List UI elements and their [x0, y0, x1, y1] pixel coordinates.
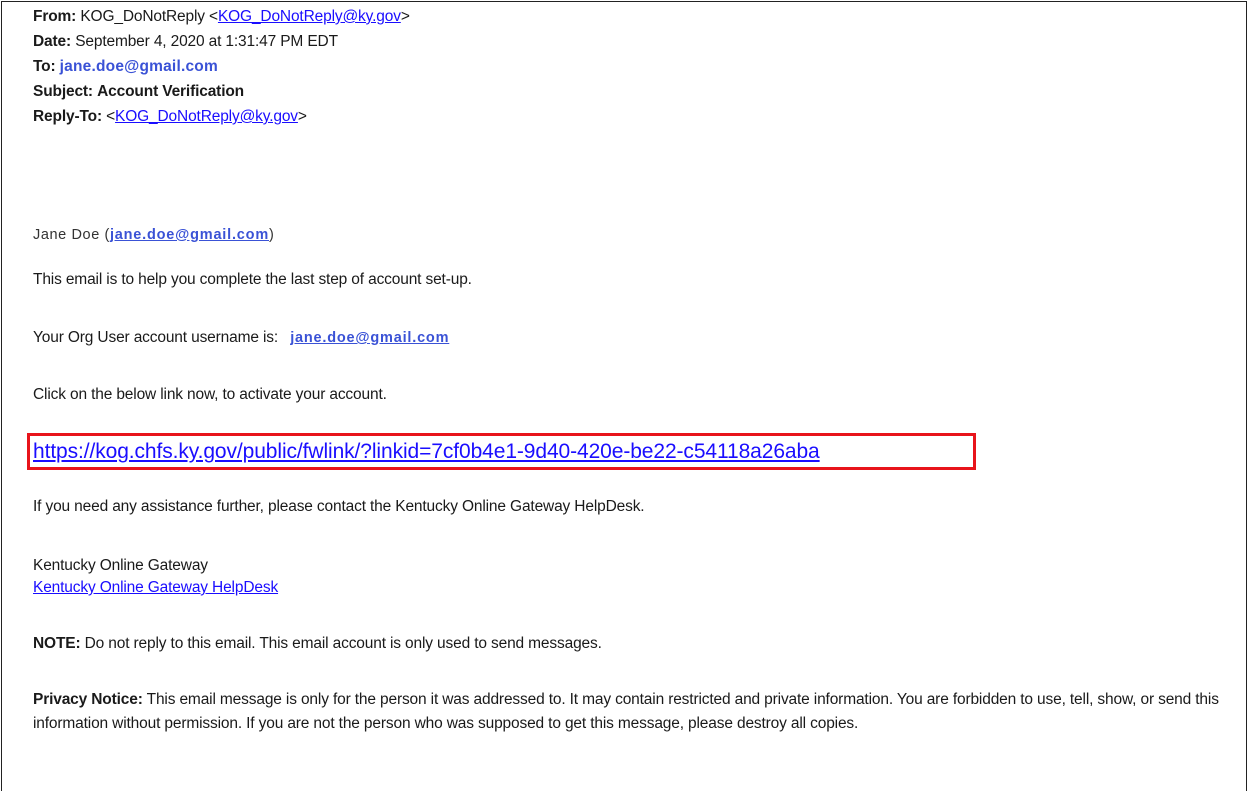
- replyto-close: >: [297, 108, 307, 125]
- username-line: Your Org User account username is: jane.…: [33, 328, 449, 348]
- date-label: Date:: [33, 33, 72, 50]
- intro-text: This email is to help you complete the l…: [33, 271, 472, 288]
- greeting-line: Jane Doe (jane.doe@gmail.com): [33, 225, 274, 245]
- privacy-notice: Privacy Notice: This email message is on…: [33, 688, 1233, 736]
- signature-name: Kentucky Online Gateway: [33, 557, 208, 574]
- greeting-close: ): [269, 227, 275, 243]
- to-line: To: jane.doe@gmail.com: [33, 57, 218, 77]
- to-label: To:: [33, 58, 56, 75]
- from-line: From: KOG_DoNotReply <KOG_DoNotReply@ky.…: [33, 7, 410, 27]
- username-prefix: Your Org User account username is:: [33, 329, 279, 346]
- note-text: Do not reply to this email. This email a…: [80, 635, 602, 652]
- helpdesk-link[interactable]: Kentucky Online Gateway HelpDesk: [33, 579, 278, 596]
- subject-label: Subject:: [33, 83, 93, 100]
- activation-link[interactable]: https://kog.chfs.ky.gov/public/fwlink/?l…: [33, 440, 820, 464]
- replyto-open: <: [106, 108, 116, 125]
- privacy-label: Privacy Notice:: [33, 691, 143, 708]
- username-email-link[interactable]: jane.doe@gmail.com: [290, 330, 449, 346]
- greeting-name: Jane Doe (: [33, 227, 110, 243]
- replyto-email-link[interactable]: KOG_DoNotReply@ky.gov: [115, 108, 298, 125]
- replyto-label: Reply-To:: [33, 108, 102, 125]
- assistance-text: If you need any assistance further, plea…: [33, 498, 645, 515]
- click-instruction: Click on the below link now, to activate…: [33, 386, 387, 403]
- from-label: From:: [33, 8, 77, 25]
- privacy-text: This email message is only for the perso…: [33, 691, 1219, 732]
- subject-value: Account Verification: [97, 83, 244, 100]
- date-value: September 4, 2020 at 1:31:47 PM EDT: [75, 33, 338, 50]
- note-line: NOTE: Do not reply to this email. This e…: [33, 634, 602, 654]
- note-label: NOTE:: [33, 635, 81, 652]
- from-email-link[interactable]: KOG_DoNotReply@ky.gov: [218, 8, 401, 25]
- from-close: >: [400, 8, 410, 25]
- from-name: KOG_DoNotReply <: [80, 8, 218, 25]
- signature-line: Kentucky Online Gateway HelpDesk: [33, 578, 278, 598]
- replyto-line: Reply-To: <KOG_DoNotReply@ky.gov>: [33, 107, 307, 127]
- subject-line: Subject: Account Verification: [33, 82, 244, 102]
- date-line: Date: September 4, 2020 at 1:31:47 PM ED…: [33, 32, 338, 52]
- to-email[interactable]: jane.doe@gmail.com: [60, 58, 218, 75]
- greeting-email-link[interactable]: jane.doe@gmail.com: [110, 227, 269, 243]
